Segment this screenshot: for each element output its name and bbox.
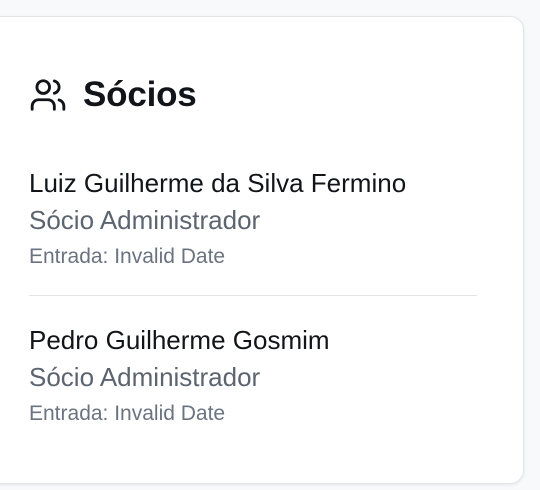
partner-name: Pedro Guilherme Gosmim (29, 325, 330, 355)
partner-list: Luiz Guilherme da Silva Fermino Sócio Ad… (29, 165, 477, 432)
partner-name: Luiz Guilherme da Silva Fermino (29, 168, 407, 198)
partner-role: Sócio Administrador (29, 362, 261, 392)
card-title: Sócios (83, 75, 197, 114)
card-header: Sócios (29, 75, 197, 115)
partners-card: Sócios Luiz Guilherme da Silva Fermino S… (0, 16, 524, 484)
users-icon (29, 76, 67, 114)
partner-item: Pedro Guilherme Gosmim Sócio Administrad… (29, 322, 477, 432)
partner-entry-date: Entrada: Invalid Date (29, 245, 226, 268)
divider (29, 295, 477, 296)
partner-role: Sócio Administrador (29, 205, 261, 235)
partner-item: Luiz Guilherme da Silva Fermino Sócio Ad… (29, 165, 477, 275)
partner-entry-date: Entrada: Invalid Date (29, 402, 226, 425)
